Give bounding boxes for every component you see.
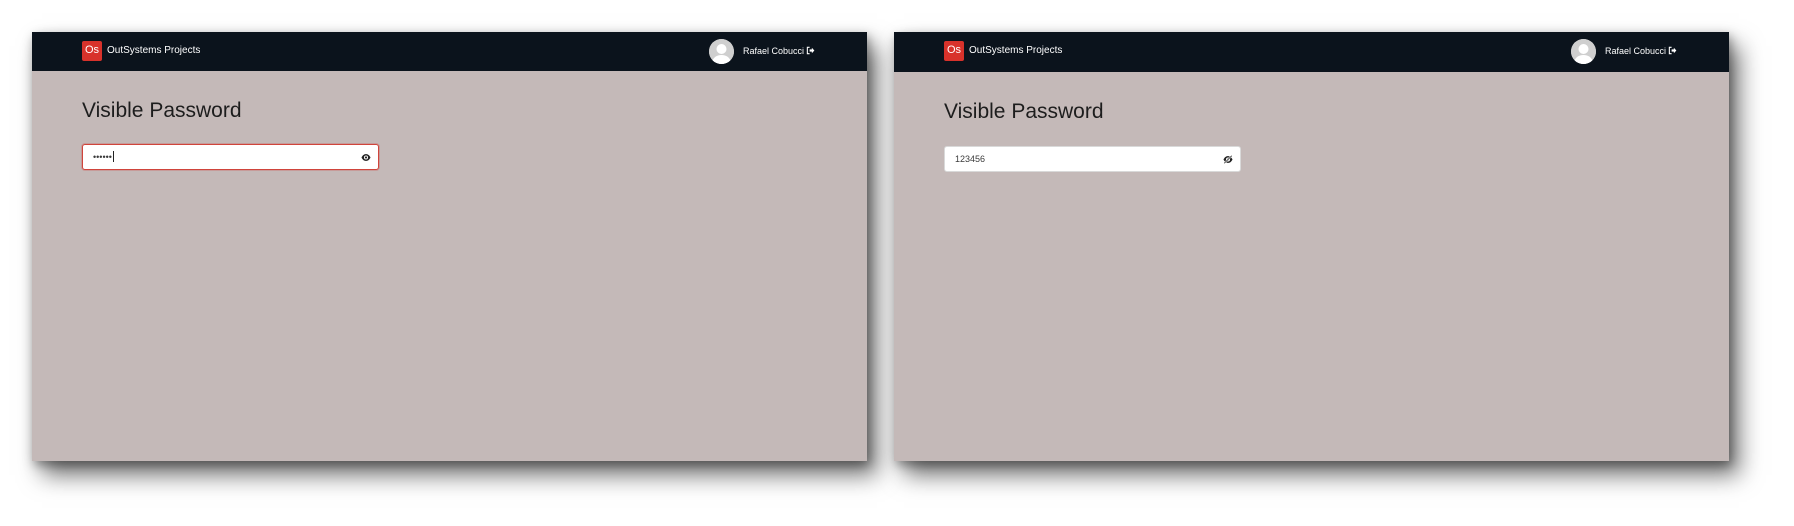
password-plain-text: 123456: [955, 154, 986, 164]
page-title: Visible Password: [82, 99, 242, 122]
app-title-link[interactable]: OutSystems Projects: [107, 45, 200, 57]
header-bar: Os OutSystems Projects Rafael Cobucci: [894, 32, 1729, 72]
user-name[interactable]: Rafael Cobucci: [1605, 46, 1666, 57]
eye-slash-icon[interactable]: [1223, 155, 1233, 164]
app-logo[interactable]: Os: [82, 41, 102, 61]
password-input[interactable]: 123456: [944, 146, 1241, 172]
app-title-link[interactable]: OutSystems Projects: [969, 45, 1062, 57]
logout-icon[interactable]: [1668, 46, 1677, 55]
app-window-masked: Os OutSystems Projects Rafael Cobucci Vi…: [32, 32, 867, 461]
app-window-revealed: Os OutSystems Projects Rafael Cobucci Vi…: [894, 32, 1729, 461]
user-name[interactable]: Rafael Cobucci: [743, 46, 804, 57]
avatar-placeholder-icon: [1571, 39, 1596, 64]
eye-icon[interactable]: [361, 153, 371, 162]
password-masked-text: ••••••: [93, 152, 112, 162]
text-caret: [112, 151, 114, 162]
app-logo[interactable]: Os: [944, 41, 964, 61]
password-value: ••••••: [93, 151, 114, 163]
password-input[interactable]: ••••••: [82, 144, 379, 170]
logout-icon[interactable]: [806, 46, 815, 55]
screenshot-stage: Os OutSystems Projects Rafael Cobucci Vi…: [0, 0, 1794, 526]
avatar-placeholder-icon: [709, 39, 734, 64]
user-avatar[interactable]: [1571, 39, 1596, 64]
header-bar: Os OutSystems Projects Rafael Cobucci: [32, 32, 867, 71]
user-avatar[interactable]: [709, 39, 734, 64]
page-title: Visible Password: [944, 100, 1104, 123]
